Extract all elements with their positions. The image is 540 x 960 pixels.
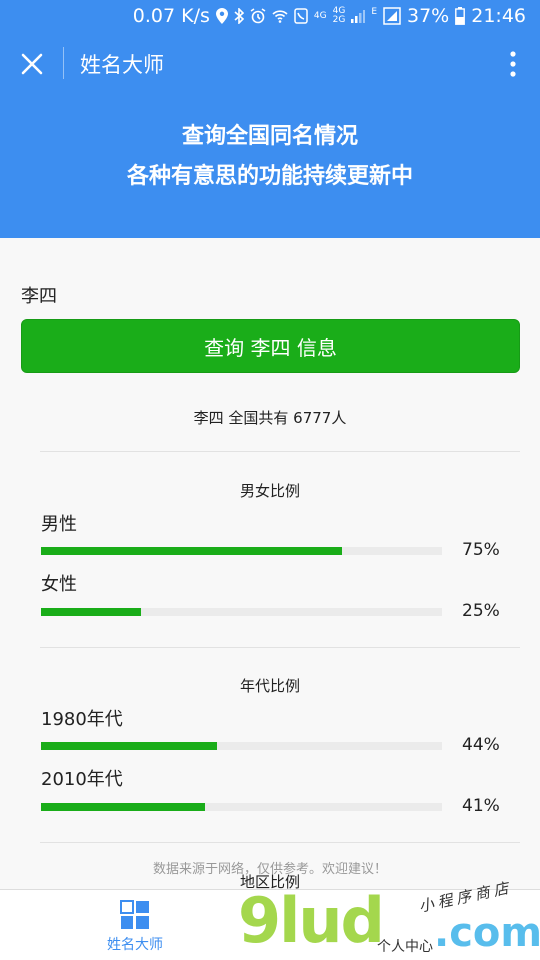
- gender-row-label: 男性: [41, 514, 77, 535]
- query-button[interactable]: 查询 李四 信息: [21, 319, 520, 373]
- progress-fill: [41, 742, 218, 750]
- nav-title: 姓名大师: [80, 53, 164, 77]
- banner-line-1: 查询全国同名情况: [181, 124, 358, 149]
- gender-row-label: 女性: [41, 574, 77, 595]
- network-type-3: 2G: [332, 15, 346, 25]
- name-input-value[interactable]: 李四: [21, 282, 57, 308]
- progress-fill: [41, 608, 142, 616]
- banner-line-2: 各种有意思的功能持续更新中: [126, 164, 413, 189]
- close-icon: [21, 53, 43, 75]
- wifi-call-icon: [272, 8, 288, 24]
- alarm-icon: [250, 8, 266, 24]
- divider: [40, 647, 520, 648]
- more-menu-button[interactable]: [504, 46, 522, 82]
- era-row-label: 1980年代: [41, 709, 123, 730]
- total-count-text: 李四 全国共有 6777人: [193, 409, 347, 427]
- divider: [40, 842, 520, 843]
- nav-divider: [63, 47, 64, 79]
- close-button[interactable]: [14, 46, 50, 82]
- progress-track: [41, 742, 442, 750]
- progress-fill: [41, 547, 342, 555]
- progress-track: [41, 608, 442, 616]
- network-type-1: 4G: [313, 10, 327, 21]
- status-bar: 0.07 K/s 4G 4G 2G E 37% 21:46: [0, 0, 540, 32]
- cellular-signal-2: 4G 2G: [333, 7, 346, 25]
- header-banner: 查询全国同名情况 各种有意思的功能持续更新中: [0, 96, 540, 238]
- more-vertical-icon: [510, 51, 516, 77]
- bluetooth-icon: [234, 8, 244, 24]
- network-speed: 0.07 K/s: [132, 5, 210, 27]
- divider: [40, 451, 520, 452]
- tab-name-master[interactable]: 姓名大师: [0, 890, 270, 960]
- signal-full-icon: [383, 7, 401, 25]
- nav-bar: 姓名大师: [0, 32, 540, 96]
- location-icon: [215, 8, 228, 24]
- tab-label: 个人中心: [377, 939, 433, 955]
- phone-icon: [294, 8, 308, 24]
- era-section-title: 年代比例: [239, 677, 300, 695]
- clock: 21:46: [471, 5, 526, 27]
- tab-personal-center[interactable]: 个人中心: [270, 890, 540, 960]
- gender-section-title: 男女比例: [239, 482, 300, 500]
- gender-row-percent: 25%: [462, 601, 500, 621]
- era-row-label: 2010年代: [41, 769, 123, 790]
- grid-icon: [120, 900, 150, 934]
- gender-row-percent: 75%: [462, 540, 500, 560]
- era-row-percent: 44%: [462, 735, 500, 755]
- era-row-percent: 41%: [462, 796, 500, 816]
- battery-percent: 37%: [407, 5, 450, 27]
- battery-icon: [455, 7, 466, 25]
- progress-fill: [41, 803, 206, 811]
- tab-label: 姓名大师: [107, 937, 163, 953]
- network-type-4: E: [371, 7, 377, 17]
- signal-bars-icon: [351, 9, 366, 23]
- tab-bar: 姓名大师 个人中心: [0, 889, 540, 960]
- progress-track: [41, 803, 442, 811]
- progress-track: [41, 547, 442, 555]
- cellular-signal-1: 4G: [313, 10, 327, 21]
